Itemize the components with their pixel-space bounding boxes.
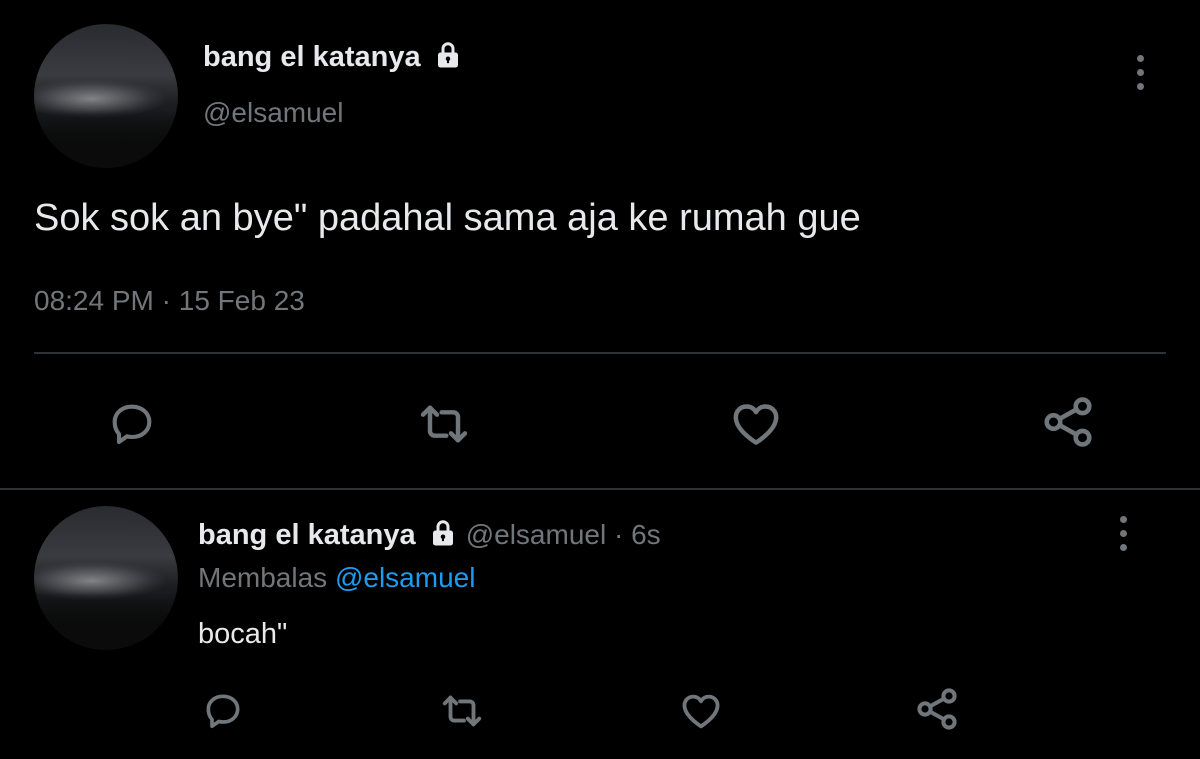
reply-icon (112, 404, 152, 445)
tweet-text: Sok sok an bye" padahal sama aja ke ruma… (34, 197, 861, 239)
lock-icon (437, 42, 458, 68)
reply-button[interactable] (198, 686, 248, 736)
tweet-time: 08:24 PM (34, 285, 154, 316)
avatar[interactable] (34, 24, 178, 168)
lock-icon (432, 520, 453, 546)
replying-to: Membalas @elsamuel (198, 562, 475, 594)
more-vertical-icon (1119, 516, 1127, 523)
more-options-button[interactable] (1117, 516, 1129, 551)
handle[interactable]: @elsamuel (203, 97, 343, 129)
tweet-age: 6s (631, 519, 661, 550)
display-name-text: bang el katanya (203, 41, 421, 73)
heart-icon (682, 694, 720, 729)
replying-prefix: Membalas (198, 562, 328, 593)
share-icon (917, 688, 957, 730)
share-icon (1044, 397, 1092, 447)
heart-icon (733, 404, 779, 445)
replying-to-link[interactable]: @elsamuel (335, 562, 475, 593)
divider (34, 352, 1166, 354)
retweet-button[interactable] (437, 686, 487, 736)
reply-icon (206, 694, 240, 729)
share-button[interactable] (912, 684, 962, 734)
tweet-timestamp[interactable]: 08:24 PM · 15 Feb 23 (34, 284, 305, 318)
share-button[interactable] (1036, 390, 1100, 454)
display-name[interactable]: bang el katanya (203, 40, 463, 74)
like-button[interactable] (676, 686, 726, 736)
tweet-separator (0, 488, 1200, 490)
retweet-icon (420, 405, 468, 443)
more-vertical-icon (1136, 55, 1144, 62)
avatar[interactable] (34, 506, 178, 650)
display-name-text: bang el katanya (198, 519, 416, 551)
reply-button[interactable] (100, 392, 164, 456)
tweet-text: bocah" (198, 618, 288, 650)
retweet-button[interactable] (412, 392, 476, 456)
retweet-icon (442, 695, 482, 727)
reply-header[interactable]: bang el katanya @elsamuel · 6s (198, 518, 661, 552)
more-options-button[interactable] (1134, 55, 1146, 90)
separator: · (613, 519, 624, 550)
handle: @elsamuel (465, 519, 607, 550)
tweet-date: 15 Feb 23 (178, 285, 305, 316)
like-button[interactable] (724, 392, 788, 456)
separator: · (161, 285, 171, 316)
